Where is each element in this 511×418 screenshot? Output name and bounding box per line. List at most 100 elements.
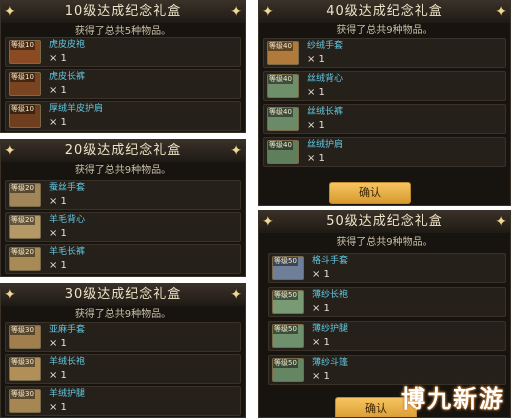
reward-item-row[interactable]: 等级50 格斗手套 × 1 — [268, 253, 506, 283]
lv20-gift-box-panel: 20级达成纪念礼盒 ✦ ✦ 获得了总共9种物品。 等级20 蚕丝手套 × 1 等… — [0, 139, 246, 277]
item-quantity: × 1 — [307, 120, 325, 131]
item-name: 羊毛背心 — [49, 215, 86, 225]
panel-subtitle: 获得了总共9种物品。 — [74, 165, 172, 176]
item-quantity: × 1 — [49, 260, 67, 271]
confirm-button[interactable]: 确认 — [329, 182, 411, 204]
sparkle-icon: ✦ — [4, 143, 16, 159]
gauze-leggings-icon: 等级50 — [272, 324, 304, 348]
sparkle-icon: ✦ — [230, 143, 242, 159]
item-level-badge: 等级10 — [10, 41, 35, 50]
linen-gloves-icon: 等级30 — [9, 325, 41, 349]
item-quantity: × 1 — [49, 196, 67, 207]
reward-item-row[interactable]: 等级20 蚕丝手套 × 1 — [5, 180, 241, 210]
reward-item-row[interactable]: 等级40 丝绒护肩 × 1 — [263, 137, 506, 167]
fighting-gloves-icon: 等级50 — [272, 256, 304, 280]
item-quantity: × 1 — [307, 153, 325, 164]
item-level-badge: 等级20 — [10, 184, 35, 193]
lv40-gift-box-panel: 40级达成纪念礼盒 ✦ ✦ 获得了总共9种物品。 等级40 纱绒手套 × 1 等… — [258, 0, 511, 206]
item-quantity: × 1 — [49, 53, 67, 64]
reward-item-row[interactable]: 等级40 丝绒背心 × 1 — [263, 71, 506, 101]
item-quantity: × 1 — [312, 337, 330, 348]
reward-item-row[interactable]: 等级10 虎皮皮袍 × 1 — [5, 37, 241, 67]
velvet-vest-icon: 等级40 — [267, 74, 299, 98]
sparkle-icon: ✦ — [4, 287, 16, 303]
cashmere-robe-icon: 等级30 — [9, 357, 41, 381]
item-level-badge: 等级20 — [10, 248, 35, 257]
reward-item-row[interactable]: 等级20 羊毛长裤 × 1 — [5, 244, 241, 274]
item-quantity: × 1 — [49, 370, 67, 381]
item-name: 薄纱斗篷 — [312, 358, 349, 368]
item-quantity: × 1 — [49, 85, 67, 96]
item-name: 羊绒护腿 — [49, 389, 86, 399]
reward-item-row[interactable]: 等级30 亚麻手套 × 1 — [5, 322, 241, 352]
sparkle-icon: ✦ — [4, 4, 16, 20]
item-quantity: × 1 — [49, 117, 67, 128]
item-quantity: × 1 — [49, 338, 67, 349]
reward-item-row[interactable]: 等级30 羊绒长袍 × 1 — [5, 354, 241, 384]
sparkle-icon: ✦ — [262, 4, 274, 20]
sparkle-icon: ✦ — [230, 287, 242, 303]
reward-item-row[interactable]: 等级30 羊绒护腿 × 1 — [5, 386, 241, 416]
panel-title: 30级达成纪念礼盒 — [1, 284, 245, 306]
wool-vest-icon: 等级20 — [9, 215, 41, 239]
item-name: 纱绒手套 — [307, 41, 344, 51]
panel-subtitle: 获得了总共9种物品。 — [336, 237, 433, 248]
reward-item-row[interactable]: 等级10 虎皮长裤 × 1 — [5, 69, 241, 99]
item-level-badge: 等级40 — [268, 75, 293, 84]
item-level-badge: 等级50 — [273, 325, 298, 334]
gauze-cloak-icon: 等级50 — [272, 358, 304, 382]
reward-item-row[interactable]: 等级40 丝绒长裤 × 1 — [263, 104, 506, 134]
panel-subtitle: 获得了总共9种物品。 — [74, 309, 172, 320]
wool-pants-icon: 等级20 — [9, 247, 41, 271]
leather-robe-icon: 等级10 — [9, 40, 41, 64]
panel-title: 50级达成纪念礼盒 — [259, 211, 510, 233]
item-name: 丝绒长裤 — [307, 107, 344, 117]
panel-title: 10级达成纪念礼盒 — [1, 1, 245, 23]
lv30-gift-box-panel: 30级达成纪念礼盒 ✦ ✦ 获得了总共9种物品。 等级30 亚麻手套 × 1 等… — [0, 283, 246, 418]
item-name: 虎皮皮袍 — [49, 40, 86, 50]
item-name: 丝绒背心 — [307, 74, 344, 84]
item-level-badge: 等级30 — [10, 358, 35, 367]
item-name: 蚕丝手套 — [49, 183, 86, 193]
item-level-badge: 等级20 — [10, 216, 35, 225]
watermark-logo: 博九新游 — [401, 385, 505, 413]
leather-pants-icon: 等级10 — [9, 72, 41, 96]
reward-item-row[interactable]: 等级10 厚绒羊皮护肩 × 1 — [5, 101, 241, 131]
item-level-badge: 等级50 — [273, 257, 298, 266]
item-name: 丝绒护肩 — [307, 140, 344, 150]
panel-title: 20级达成纪念礼盒 — [1, 140, 245, 162]
item-name: 厚绒羊皮护肩 — [49, 104, 104, 114]
item-level-badge: 等级30 — [10, 326, 35, 335]
cashmere-leggings-icon: 等级30 — [9, 389, 41, 413]
item-quantity: × 1 — [49, 402, 67, 413]
item-name: 亚麻手套 — [49, 325, 86, 335]
item-name: 薄纱长袍 — [312, 290, 349, 300]
panel-title: 40级达成纪念礼盒 — [259, 1, 510, 23]
sparkle-icon: ✦ — [495, 214, 507, 230]
item-level-badge: 等级10 — [10, 105, 35, 114]
item-level-badge: 等级10 — [10, 73, 35, 82]
reward-item-row[interactable]: 等级20 羊毛背心 × 1 — [5, 212, 241, 242]
reward-item-row[interactable]: 等级50 薄纱护腿 × 1 — [268, 321, 506, 351]
sheepskin-shoulder-icon: 等级10 — [9, 104, 41, 128]
reward-item-row[interactable]: 等级50 薄纱长袍 × 1 — [268, 287, 506, 317]
gauze-robe-icon: 等级50 — [272, 290, 304, 314]
item-name: 虎皮长裤 — [49, 72, 86, 82]
item-level-badge: 等级40 — [268, 108, 293, 117]
sparkle-icon: ✦ — [230, 4, 242, 20]
item-quantity: × 1 — [307, 87, 325, 98]
lv10-gift-box-panel: 10级达成纪念礼盒 ✦ ✦ 获得了总共5种物品。 等级10 虎皮皮袍 × 1 等… — [0, 0, 246, 133]
item-name: 羊毛长裤 — [49, 247, 86, 257]
sparkle-icon: ✦ — [262, 214, 274, 230]
reward-item-row[interactable]: 等级40 纱绒手套 × 1 — [263, 38, 506, 68]
item-quantity: × 1 — [312, 269, 330, 280]
silk-gloves-icon: 等级20 — [9, 183, 41, 207]
item-quantity: × 1 — [307, 54, 325, 65]
item-name: 羊绒长袍 — [49, 357, 86, 367]
item-level-badge: 等级50 — [273, 291, 298, 300]
item-name: 格斗手套 — [312, 256, 349, 266]
item-level-badge: 等级50 — [273, 359, 298, 368]
item-quantity: × 1 — [49, 228, 67, 239]
yarn-gloves-icon: 等级40 — [267, 41, 299, 65]
item-level-badge: 等级40 — [268, 42, 293, 51]
